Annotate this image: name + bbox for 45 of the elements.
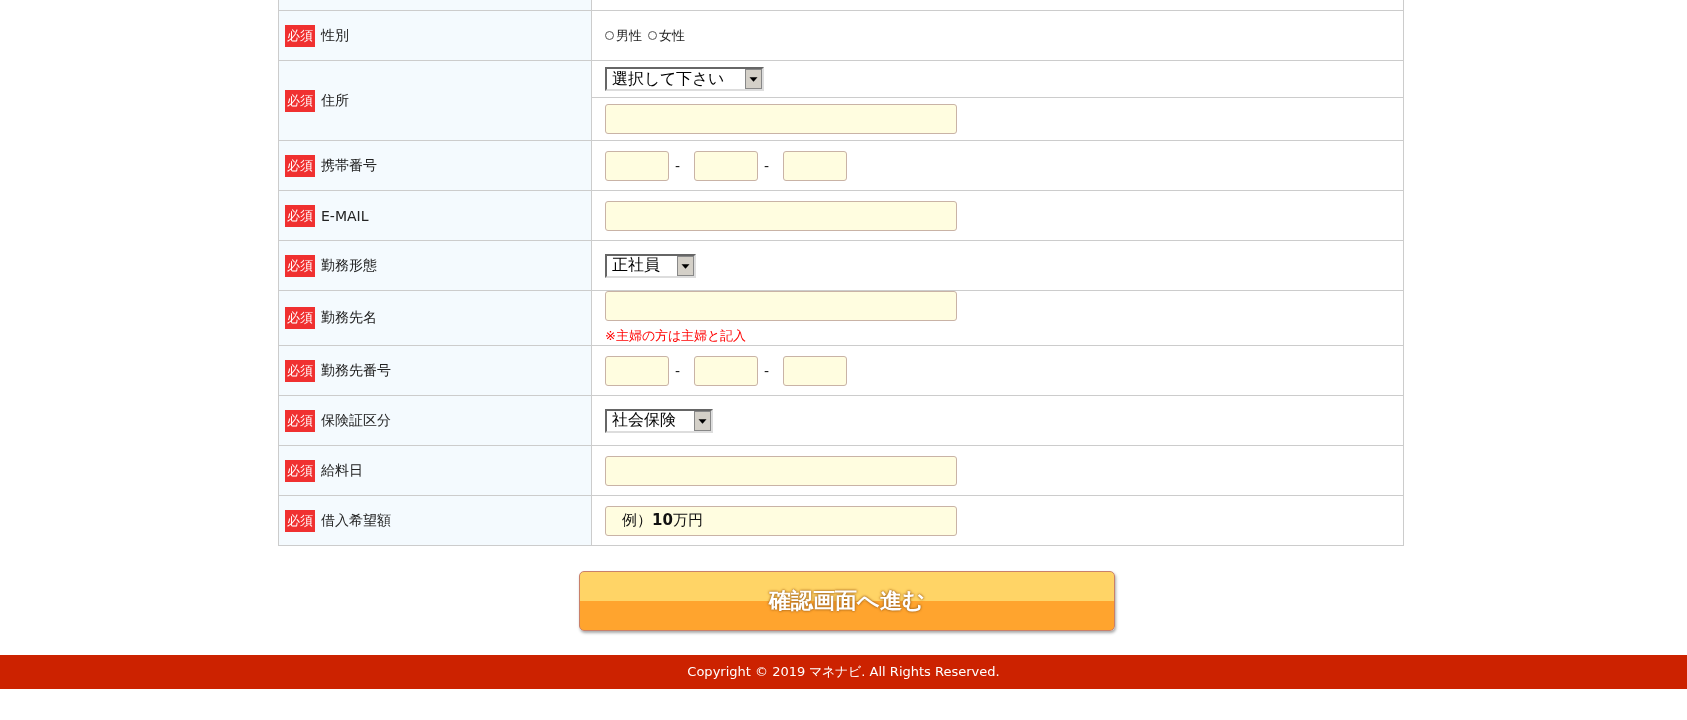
input-field[interactable]	[605, 291, 957, 321]
field-label: 借入希望額	[321, 511, 391, 530]
required-badge: 必須	[285, 359, 315, 382]
required-badge: 必須	[285, 509, 315, 532]
copyright-text: Copyright © 2019 マネナビ. All Rights Reserved.	[687, 663, 1000, 681]
separator-text: -	[764, 362, 771, 379]
required-badge: 必須	[285, 154, 315, 177]
field-label: 給料日	[321, 461, 363, 480]
required-badge: 必須	[285, 254, 315, 277]
input-field[interactable]	[605, 200, 957, 231]
input-field[interactable]: 例）10万円	[605, 505, 957, 536]
required-badge: 必須	[285, 204, 315, 227]
required-badge: 必須	[285, 459, 315, 482]
required-badge: 必須	[285, 89, 315, 112]
caret-icon	[677, 255, 694, 276]
input-field[interactable]	[605, 150, 669, 181]
input-field[interactable]	[694, 355, 758, 386]
select-field[interactable]: 社会保険	[605, 408, 713, 433]
caret-icon	[745, 69, 762, 89]
select-field[interactable]: 正社員	[605, 253, 696, 278]
separator-text: -	[675, 362, 682, 379]
required-badge: 必須	[285, 24, 315, 47]
field-label: 性別	[321, 26, 349, 45]
field-label: 保険証区分	[321, 411, 391, 430]
field-label: 住所	[321, 91, 349, 110]
field-label: 勤務形態	[321, 256, 377, 275]
radio-label[interactable]: 女性	[659, 26, 685, 45]
separator-text: -	[764, 157, 771, 174]
input-field[interactable]	[694, 150, 758, 181]
separator-text: -	[675, 157, 682, 174]
note-text: ※主婦の方は主婦と記入	[605, 327, 747, 345]
caret-icon	[694, 410, 711, 431]
field-label: 勤務先名	[321, 309, 377, 327]
required-badge: 必須	[285, 409, 315, 432]
input-field[interactable]	[605, 455, 957, 486]
input-field[interactable]	[605, 355, 669, 386]
field-label: E-MAIL	[321, 207, 369, 224]
input-field[interactable]	[605, 104, 957, 134]
field-label: 勤務先番号	[321, 361, 391, 380]
input-field[interactable]	[783, 150, 847, 181]
select-field[interactable]: 選択して下さい	[605, 67, 764, 91]
required-badge: 必須	[285, 307, 315, 329]
field-label: 携帯番号	[321, 156, 377, 175]
input-field[interactable]	[783, 355, 847, 386]
radio-label[interactable]: 男性	[616, 26, 642, 45]
